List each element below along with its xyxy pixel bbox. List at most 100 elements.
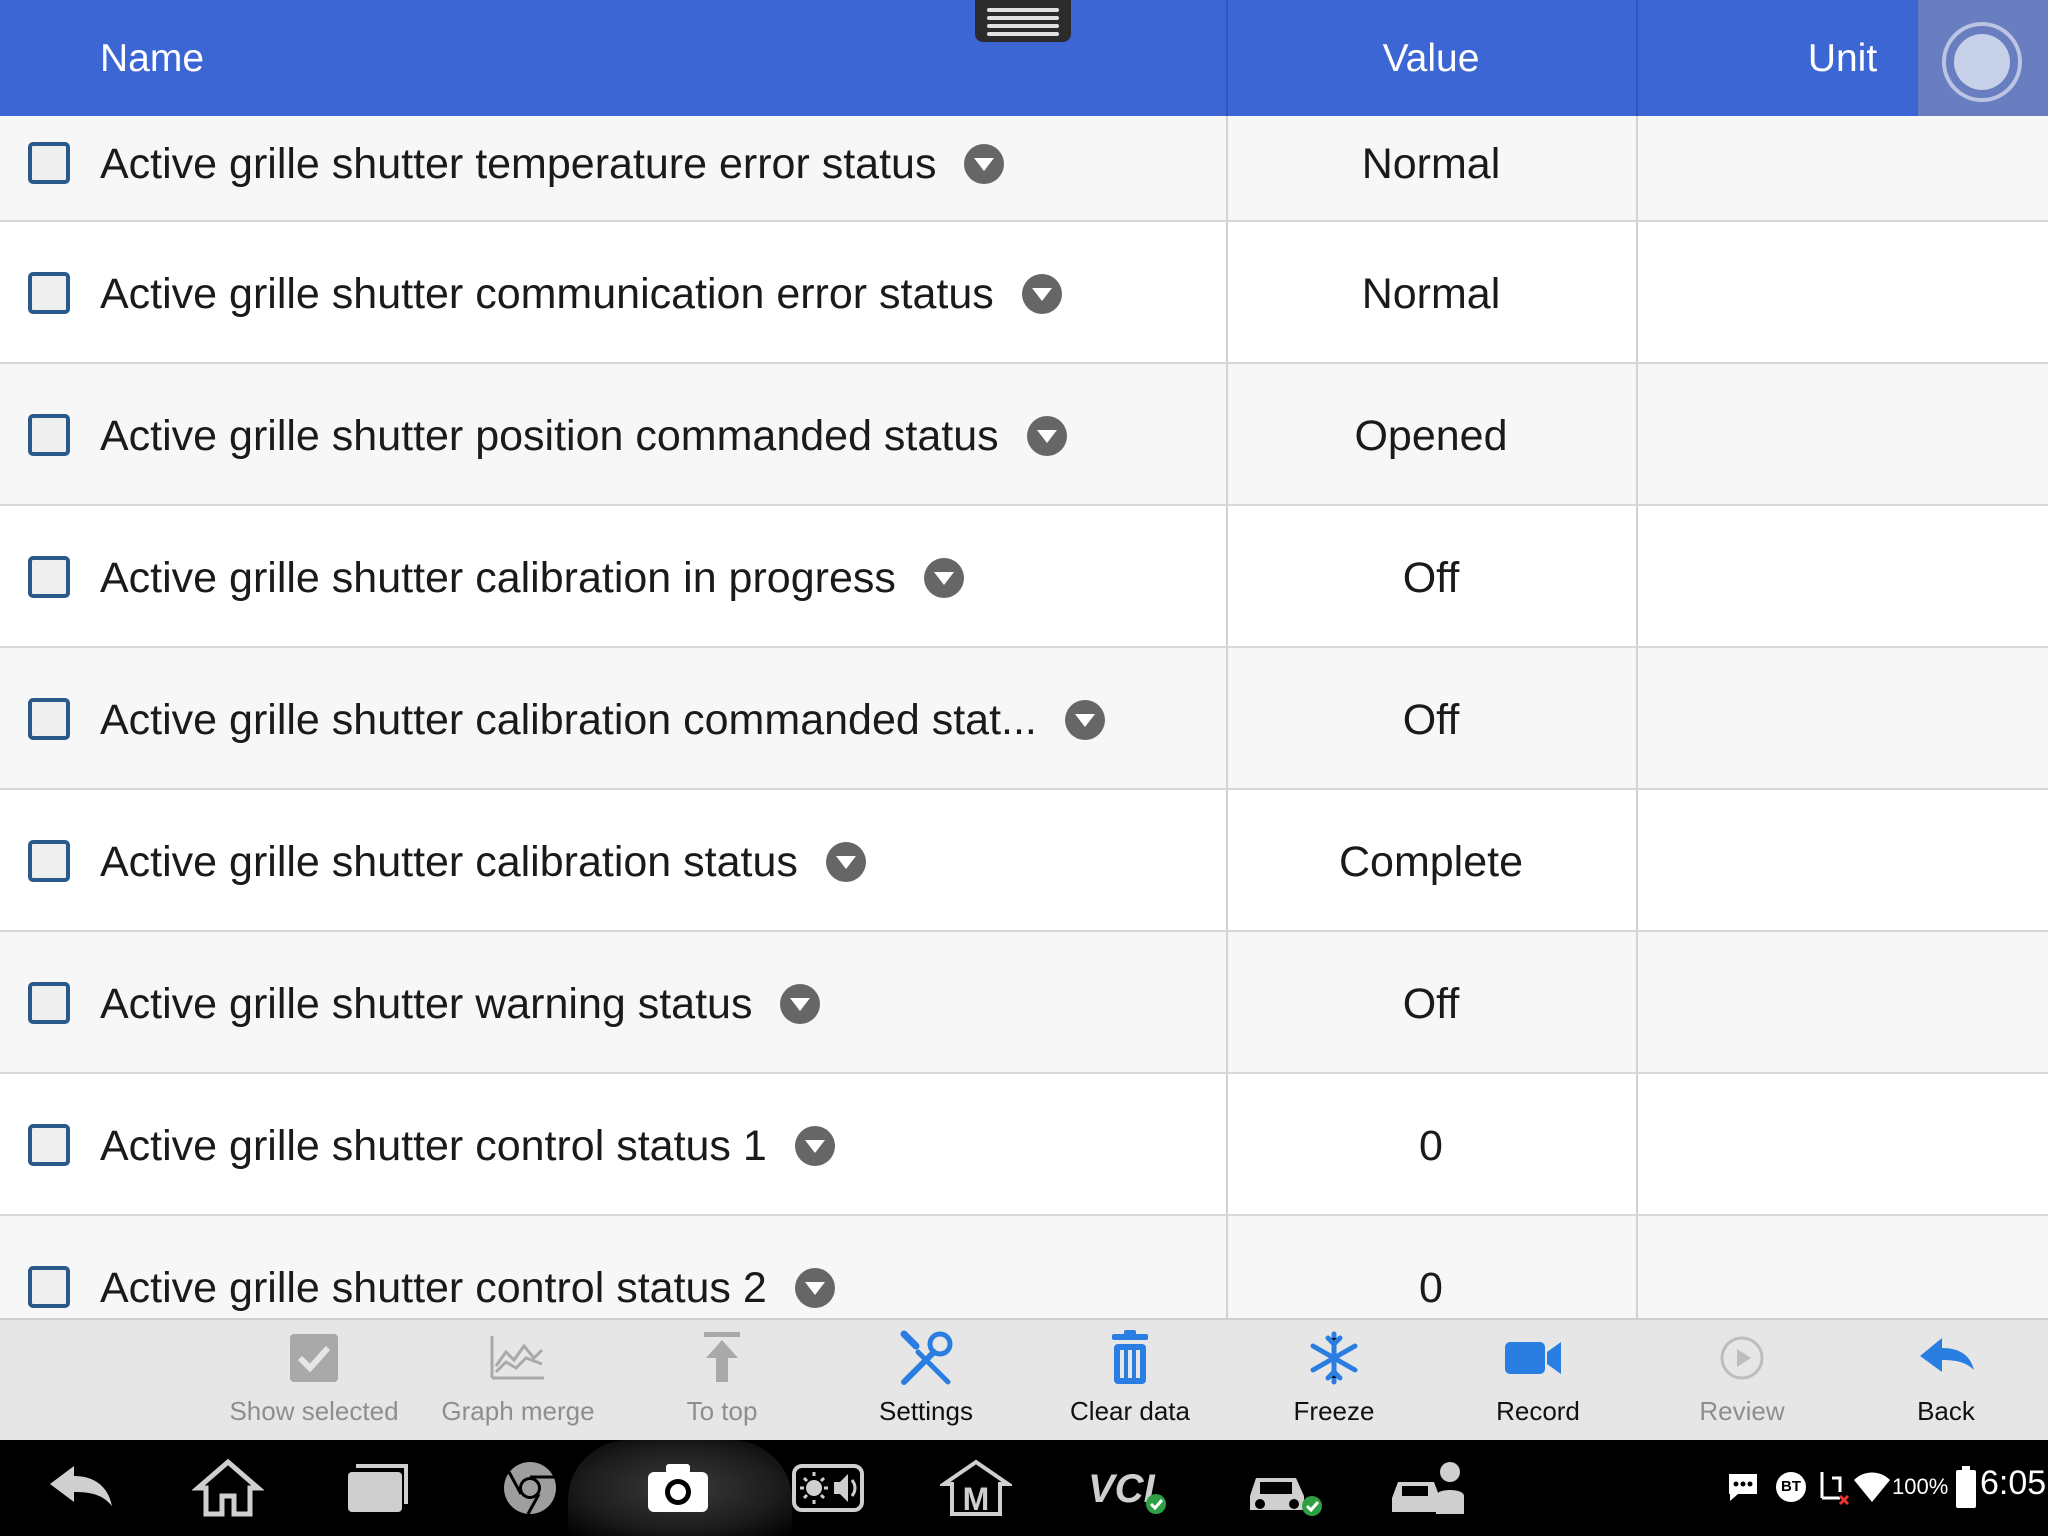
name-column-header: Name	[100, 37, 205, 80]
battery-icon	[1956, 1466, 1976, 1508]
assistive-dot-icon	[1954, 34, 2010, 90]
dropdown-triangle-icon[interactable]	[1064, 699, 1105, 740]
to-top-label: To top	[686, 1396, 758, 1426]
column-divider	[1636, 648, 1638, 788]
column-divider	[1636, 1074, 1638, 1214]
dropdown-triangle-icon[interactable]	[923, 557, 964, 598]
column-divider	[1226, 648, 1228, 788]
parameter-name: Active grille shutter position commanded…	[100, 410, 1067, 462]
parameter-name: Active grille shutter calibration in pro…	[100, 552, 964, 604]
table-row[interactable]: Active grille shutter position commanded…	[0, 364, 2048, 506]
back-label: Back	[1917, 1396, 1975, 1426]
back-button[interactable]: Back	[1844, 1320, 2048, 1442]
parameter-value: Complete	[1338, 838, 1524, 886]
data-stream-list[interactable]: Active grille shutter temperature error …	[0, 116, 2048, 1318]
parameter-name: Active grille shutter control status 1	[100, 1120, 835, 1172]
dropdown-triangle-icon[interactable]	[825, 841, 866, 882]
battery-percentage: 100%	[1892, 1474, 1949, 1499]
parameter-name: Active grille shutter calibration status	[100, 836, 866, 888]
freeze-button[interactable]: Freeze	[1232, 1320, 1436, 1442]
table-row[interactable]: Active grille shutter communication erro…	[0, 222, 2048, 364]
row-checkbox[interactable]	[28, 1124, 70, 1166]
parameter-value: Opened	[1354, 412, 1508, 460]
floating-assistive-button[interactable]	[1918, 0, 2048, 128]
row-checkbox[interactable]	[28, 698, 70, 740]
parameter-value: Off	[1402, 980, 1460, 1028]
dropdown-triangle-icon[interactable]	[794, 1267, 835, 1308]
ethernet-disconnected-icon	[1820, 1472, 1850, 1506]
parameter-name: Active grille shutter temperature error …	[100, 138, 1005, 190]
camera-screenshot-icon[interactable]	[642, 1458, 714, 1518]
svg-text:M: M	[963, 1481, 990, 1517]
table-row[interactable]: Active grille shutter calibration in pro…	[0, 506, 2048, 648]
freeze-label: Freeze	[1293, 1396, 1375, 1426]
column-divider	[1636, 364, 1638, 504]
video-camera-icon	[1505, 1342, 1561, 1374]
column-divider	[1226, 222, 1228, 362]
row-checkbox[interactable]	[28, 272, 70, 314]
vehicle-service-icon[interactable]	[1388, 1458, 1472, 1518]
parameter-value: 0	[1419, 1122, 1443, 1170]
column-divider	[1636, 932, 1638, 1072]
column-divider	[1636, 222, 1638, 362]
parameter-value: Off	[1402, 696, 1460, 744]
table-row[interactable]: Active grille shutter calibration comman…	[0, 648, 2048, 790]
graph-merge-button[interactable]: Graph merge	[416, 1320, 620, 1442]
parameter-value: Normal	[1361, 140, 1501, 188]
dropdown-triangle-icon[interactable]	[1026, 415, 1067, 456]
bluetooth-badge-icon: BT	[1776, 1472, 1806, 1502]
table-row[interactable]: Active grille shutter control status 1 0	[0, 1074, 2048, 1216]
dropdown-triangle-icon[interactable]	[780, 983, 821, 1024]
table-row[interactable]: Active grille shutter temperature error …	[0, 116, 2048, 222]
parameter-value: Normal	[1361, 270, 1501, 318]
parameter-name: Active grille shutter warning status	[100, 978, 821, 1030]
maxifix-m-icon[interactable]: M	[940, 1458, 1012, 1518]
settings-label: Settings	[879, 1396, 973, 1426]
show-selected-label: Show selected	[229, 1396, 399, 1426]
column-divider	[1226, 790, 1228, 930]
back-arrow-icon	[1920, 1338, 1974, 1372]
trash-icon	[1112, 1330, 1148, 1384]
arrow-to-top-icon	[704, 1332, 740, 1382]
vci-connection-icon[interactable]: VCI	[1086, 1458, 1170, 1518]
wifi-signal-icon	[1854, 1472, 1890, 1502]
dropdown-triangle-icon[interactable]	[794, 1125, 835, 1166]
brightness-volume-icon[interactable]	[792, 1458, 864, 1518]
parameter-value: Off	[1402, 554, 1460, 602]
play-circle-icon	[1720, 1336, 1764, 1380]
column-divider	[1636, 116, 1638, 220]
column-divider	[1636, 1216, 1638, 1318]
table-row[interactable]: Active grille shutter calibration status…	[0, 790, 2048, 932]
row-checkbox[interactable]	[28, 556, 70, 598]
nav-back-icon[interactable]	[44, 1458, 116, 1518]
parameter-value: 0	[1419, 1264, 1443, 1312]
to-top-button[interactable]: To top	[620, 1320, 824, 1442]
table-row[interactable]: Active grille shutter control status 2 0	[0, 1216, 2048, 1318]
row-checkbox[interactable]	[28, 982, 70, 1024]
chrome-browser-icon[interactable]	[494, 1458, 566, 1518]
parameter-name: Active grille shutter calibration comman…	[100, 694, 1105, 746]
settings-button[interactable]: Settings	[824, 1320, 1028, 1442]
nav-home-icon[interactable]	[192, 1458, 264, 1518]
row-checkbox[interactable]	[28, 142, 70, 184]
vehicle-connected-icon[interactable]	[1242, 1458, 1326, 1518]
graph-merge-icon	[490, 1336, 544, 1380]
record-button[interactable]: Record	[1436, 1320, 1640, 1442]
table-row[interactable]: Active grille shutter warning status Off	[0, 932, 2048, 1074]
clear-data-button[interactable]: Clear data	[1028, 1320, 1232, 1442]
drag-handle-icon[interactable]	[975, 0, 1071, 42]
row-checkbox[interactable]	[28, 840, 70, 882]
dropdown-triangle-icon[interactable]	[1021, 273, 1062, 314]
column-divider	[1226, 1216, 1228, 1318]
nav-recent-apps-icon[interactable]	[342, 1458, 414, 1518]
column-divider	[1226, 364, 1228, 504]
row-checkbox[interactable]	[28, 414, 70, 456]
chat-notification-icon	[1729, 1474, 1757, 1501]
column-divider	[1636, 506, 1638, 646]
show-selected-button[interactable]: Show selected	[212, 1320, 416, 1442]
svg-text:VCI: VCI	[1088, 1467, 1156, 1511]
record-label: Record	[1496, 1396, 1580, 1426]
review-button[interactable]: Review	[1640, 1320, 1844, 1442]
row-checkbox[interactable]	[28, 1266, 70, 1308]
dropdown-triangle-icon[interactable]	[964, 143, 1005, 184]
